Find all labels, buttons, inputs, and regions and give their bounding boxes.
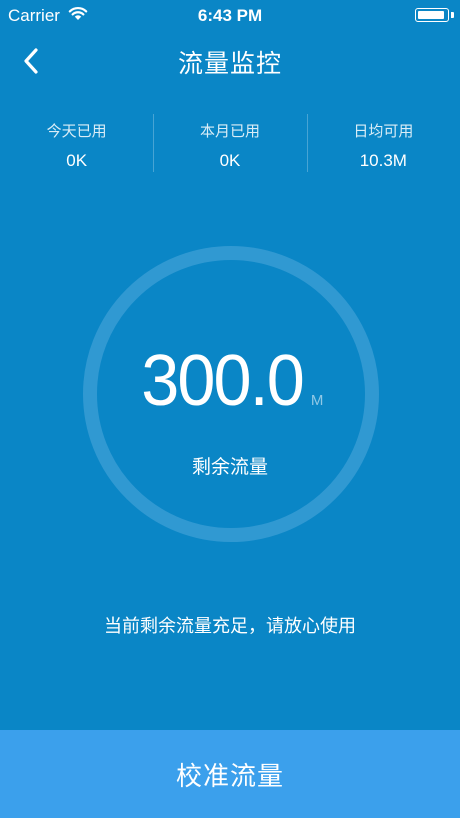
battery-nub: [451, 12, 454, 18]
stat-value: 10.3M: [359, 151, 407, 170]
remaining-value: 300.0: [140, 341, 305, 421]
calibrate-button[interactable]: 校准流量: [0, 730, 460, 818]
page-title: 流量监控: [177, 49, 282, 78]
stat-month: 本月已用 0K: [153, 114, 306, 174]
battery-icon: [415, 8, 449, 22]
status-message: 当前剩余流量充足，请放心使用: [104, 616, 356, 637]
stat-label: 本月已用: [199, 122, 260, 140]
nav-bar: 流量监控: [0, 36, 460, 84]
status-bar: Carrier 6:43 PM: [0, 0, 460, 32]
usage-stats: 今天已用 0K 本月已用 0K 日均可用 10.3M: [0, 114, 460, 174]
remaining-value-display: 300.0 M: [0, 340, 460, 422]
remaining-label: 剩余流量: [191, 456, 268, 478]
stat-value: 0K: [219, 151, 241, 170]
stat-today: 今天已用 0K: [0, 114, 153, 174]
stat-value: 0K: [66, 151, 88, 170]
stat-daily-available: 日均可用 10.3M: [306, 114, 460, 174]
stat-label: 日均可用: [353, 122, 414, 140]
remaining-unit: M: [310, 392, 324, 409]
battery-level: [418, 11, 444, 19]
stat-label: 今天已用: [46, 122, 107, 140]
status-time: 6:43 PM: [197, 6, 263, 25]
